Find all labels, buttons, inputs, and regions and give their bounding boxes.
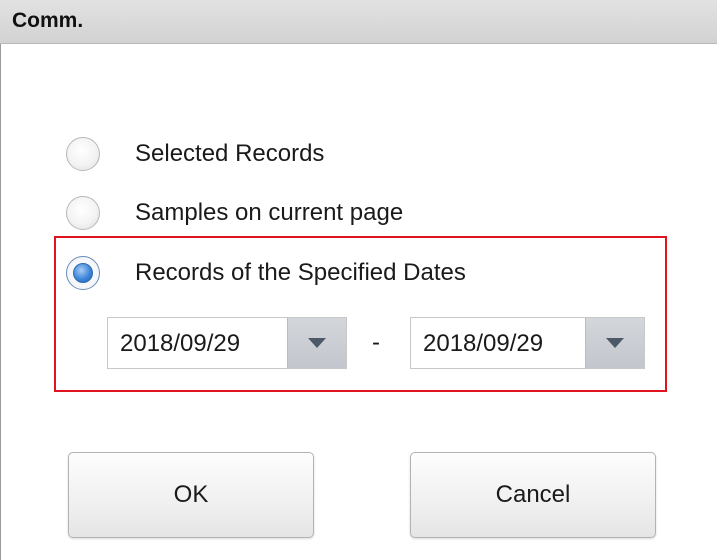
radio-button-specified-dates[interactable] <box>66 256 100 290</box>
comm-dialog: Comm. Selected Records Samples on curren… <box>0 0 717 560</box>
end-date-value: 2018/09/29 <box>423 330 544 357</box>
end-date-dropdown-button[interactable] <box>585 318 644 368</box>
end-date-combo[interactable]: 2018/09/29 <box>410 317 645 369</box>
radio-selected-dot <box>73 263 93 283</box>
start-date-combo[interactable]: 2018/09/29 <box>107 317 347 369</box>
start-date-value: 2018/09/29 <box>120 330 241 357</box>
triangle-down-icon <box>606 338 624 348</box>
start-date-dropdown-button[interactable] <box>287 318 346 368</box>
cancel-button[interactable]: Cancel <box>410 452 656 538</box>
dialog-left-border <box>0 44 1 560</box>
window-title: Comm. <box>12 9 84 32</box>
ok-button[interactable]: OK <box>68 452 314 538</box>
title-bar[interactable]: Comm. <box>0 0 717 44</box>
option-label-selected-records: Selected Records <box>135 140 325 167</box>
triangle-down-icon <box>308 338 326 348</box>
option-label-specified-dates: Records of the Specified Dates <box>135 259 466 286</box>
date-range-separator: - <box>372 329 380 356</box>
radio-button-samples-current-page[interactable] <box>66 196 100 230</box>
radio-button-selected-records[interactable] <box>66 137 100 171</box>
option-label-samples-current-page: Samples on current page <box>135 199 404 226</box>
